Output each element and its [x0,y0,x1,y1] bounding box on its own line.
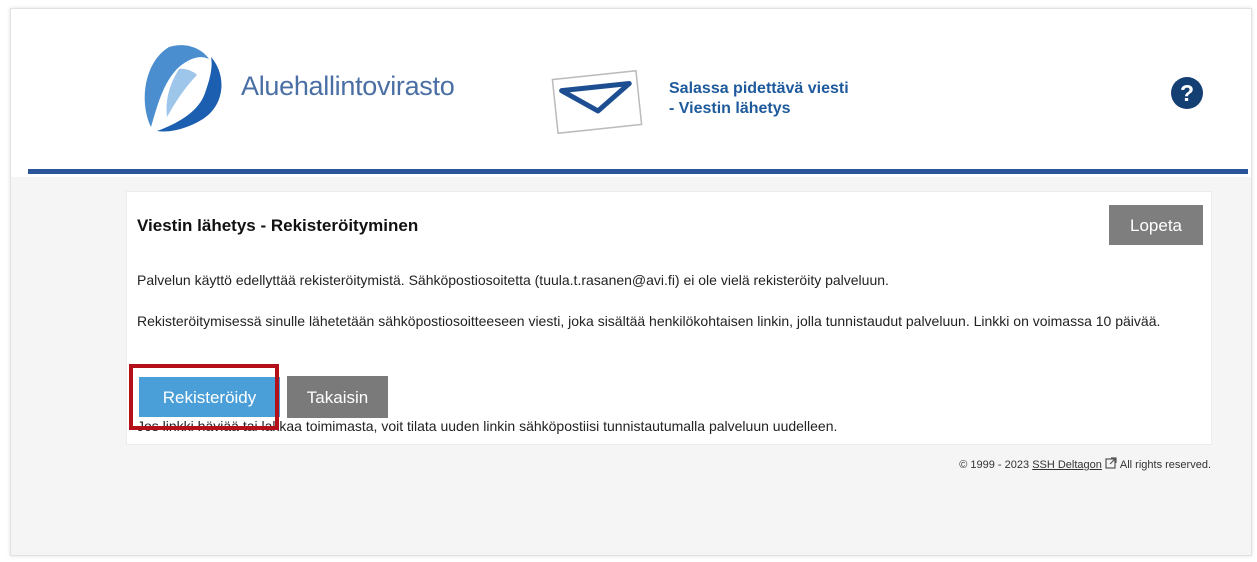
header-divider [28,169,1248,174]
registration-card: Viestin lähetys - Rekisteröityminen Lope… [126,191,1212,445]
avi-logo-icon [144,45,222,132]
envelope-icon [551,69,643,135]
service-title-line1: Salassa pidettävä viesti [669,80,849,97]
service-title-line2: - Viestin lähetys [669,100,791,117]
register-button[interactable]: Rekisteröidy [139,377,280,417]
service-title: Salassa pidettävä viesti - Viestin lähet… [669,79,849,119]
registration-info-text: Rekisteröitymisessä sinulle lähetetään s… [137,313,1161,329]
footer: © 1999 - 2023 SSH Deltagon All rights res… [959,457,1211,471]
header: Aluehallintovirasto Salassa pidettävä vi… [11,9,1251,169]
external-link-icon [1105,457,1117,469]
card-title: Viestin lähetys - Rekisteröityminen [137,216,419,235]
rights-text: All rights reserved. [1119,459,1211,471]
brand-name: Aluehallintovirasto [241,71,455,101]
deltagon-link[interactable]: SSH Deltagon [1032,459,1102,471]
link-help-text: Jos linkki häviää tai lakkaa toimimasta,… [137,418,838,434]
help-icon[interactable]: ? [1171,77,1203,109]
back-button[interactable]: Takaisin [287,376,388,418]
exit-button[interactable]: Lopeta [1109,205,1203,245]
copyright-text: © 1999 - 2023 [959,459,1030,471]
page-frame: Aluehallintovirasto Salassa pidettävä vi… [10,8,1252,556]
registration-required-text: Palvelun käyttö edellyttää rekisteröitym… [137,272,889,288]
